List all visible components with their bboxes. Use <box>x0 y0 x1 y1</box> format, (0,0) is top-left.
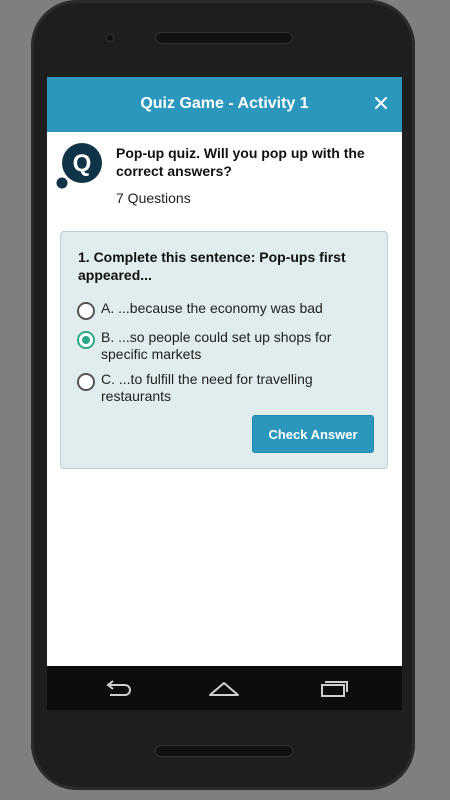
earpiece-speaker <box>155 32 293 44</box>
logo-letter: Q <box>73 150 92 177</box>
radio-button-a[interactable] <box>77 302 95 320</box>
front-camera <box>106 34 114 42</box>
question-text: 1. Complete this sentence: Pop-ups first… <box>78 249 346 283</box>
page-title: Quiz Game - Activity 1 <box>140 95 309 112</box>
radio-button-b[interactable] <box>77 331 95 349</box>
android-nav-bar <box>47 666 402 710</box>
question-count: 7 Questions <box>116 190 191 206</box>
quiz-title: Pop-up quiz. Will you pop up with the co… <box>116 145 365 179</box>
answer-option-label: C. ...to fulfill the need for travelling… <box>101 371 313 404</box>
check-answer-button[interactable]: Check Answer <box>252 415 374 453</box>
home-icon[interactable] <box>206 676 242 700</box>
quiz-logo-icon: Q <box>53 141 103 191</box>
close-icon[interactable] <box>370 92 392 114</box>
radio-button-c[interactable] <box>77 373 95 391</box>
answer-option-label: B. ...so people could set up shops for s… <box>101 329 332 362</box>
answer-option-label: A. ...because the economy was bad <box>101 300 323 316</box>
title-bar: Quiz Game - Activity 1 <box>47 77 402 132</box>
app-screen: Quiz Game - Activity 1 Q Pop-up quiz. Wi… <box>47 77 402 710</box>
recents-icon[interactable] <box>314 676 350 700</box>
bottom-speaker <box>155 745 293 757</box>
back-icon[interactable] <box>99 676 135 700</box>
question-card: 1. Complete this sentence: Pop-ups first… <box>60 231 388 469</box>
